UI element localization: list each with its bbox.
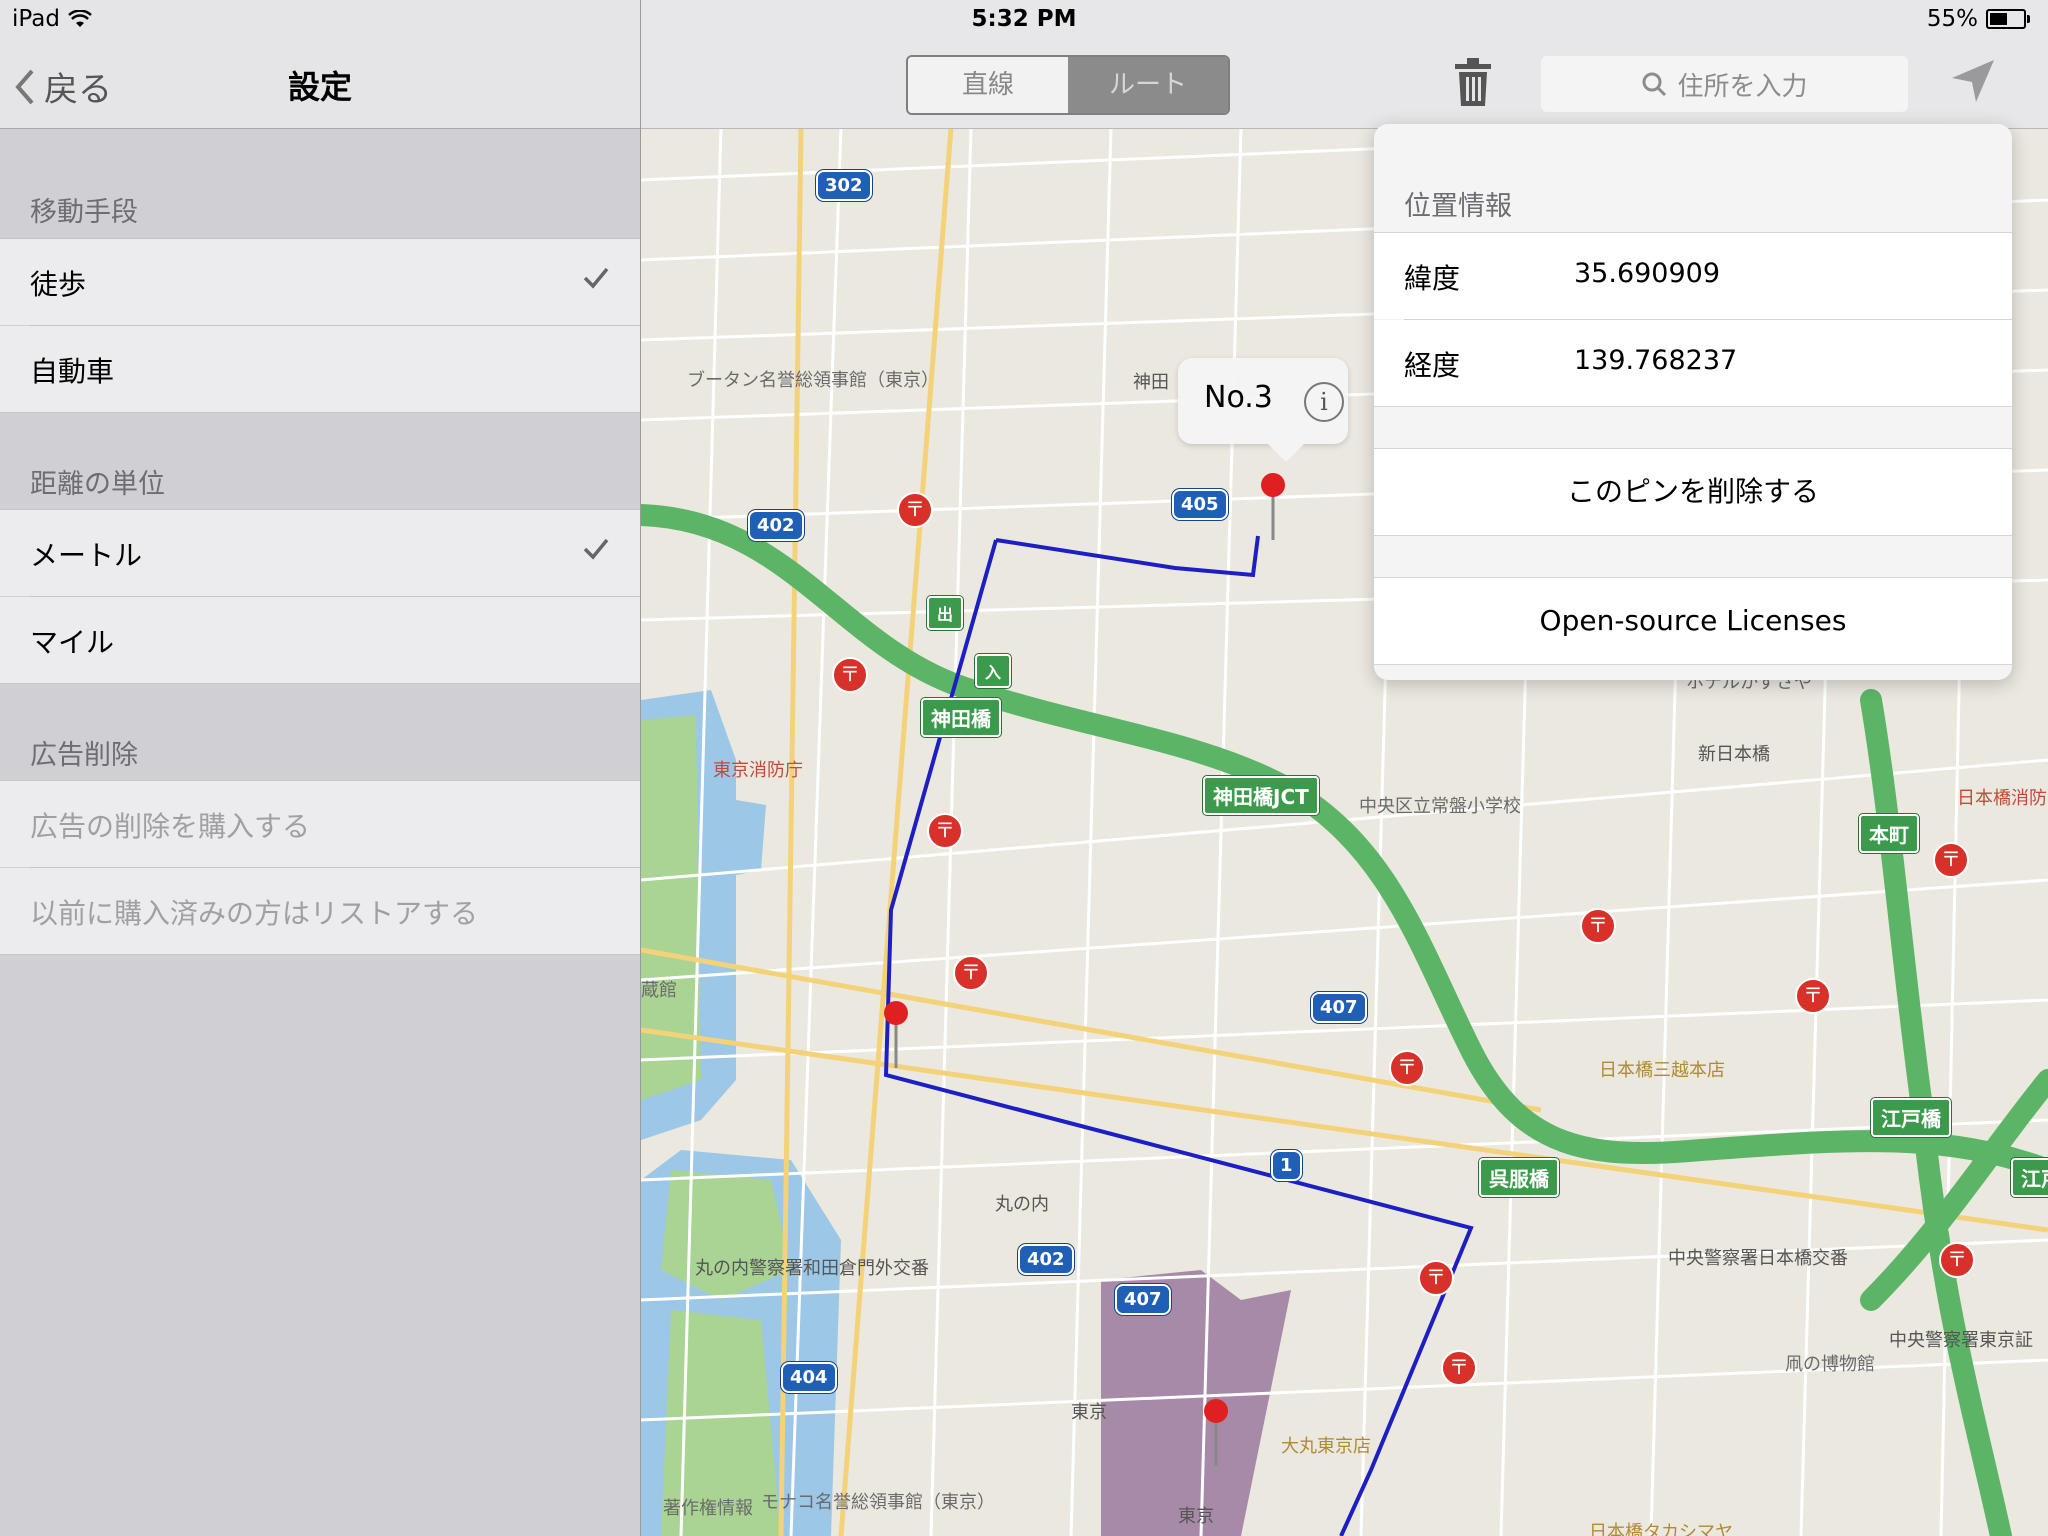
longitude-value: 139.768237 <box>1574 345 1738 376</box>
purchase-ad-removal-label: 広告の削除を購入する <box>30 810 311 843</box>
map-label-school: 中央区立常盤小学校 <box>1359 796 1521 817</box>
post-office-icon: 〒 <box>1933 842 1969 878</box>
section-header-transport: 移動手段 <box>30 197 138 228</box>
mode-segmented-control: 直線 ルート <box>906 55 1230 115</box>
sign-kandabashi-jct: 神田橋JCT <box>1203 776 1319 815</box>
map-label-police-wadakura: 丸の内警察署和田倉門外交番 <box>695 1258 929 1279</box>
map-label-nihonbashi-fire: 日本橋消防 <box>1957 788 2047 809</box>
map-label-police-nihonbashi: 中央警察署日本橋交番 <box>1668 1248 1848 1269</box>
map-label-monaco: モナコ名誉総領事館（東京） <box>761 1492 995 1513</box>
status-right: 55% <box>1926 6 2030 32</box>
option-walk-label: 徒歩 <box>30 268 87 301</box>
post-office-icon: 〒 <box>897 492 933 528</box>
section-header-ads: 広告削除 <box>30 740 138 771</box>
licenses-button[interactable]: Open-source Licenses <box>1374 578 2012 664</box>
battery-percent: 55% <box>1926 6 1978 32</box>
post-office-icon: 〒 <box>1795 978 1831 1014</box>
checkmark-icon <box>583 538 609 560</box>
address-search-input[interactable]: 住所を入力 <box>1541 56 1908 112</box>
mode-route-button[interactable]: ルート <box>1068 57 1228 113</box>
post-office-icon: 〒 <box>927 813 963 849</box>
longitude-row: 経度 139.768237 <box>1374 320 2012 406</box>
option-meter-label: メートル <box>30 539 143 572</box>
post-office-icon: 〒 <box>1580 908 1616 944</box>
checkmark-icon <box>583 267 609 289</box>
map-label-kite-museum: 凧の博物館 <box>1785 1354 1875 1375</box>
option-car[interactable]: 自動車 <box>0 326 640 412</box>
post-office-icon: 〒 <box>1939 1242 1975 1278</box>
map-label-kanda: 神田 <box>1133 372 1169 393</box>
sign-edobashi: 江戸橋 <box>1871 1098 1951 1137</box>
option-mile-label: マイル <box>30 626 115 659</box>
popover-header: 位置情報 <box>1404 191 1512 222</box>
restore-purchase[interactable]: 以前に購入済みの方はリストアする <box>0 868 640 954</box>
post-office-icon: 〒 <box>1389 1050 1425 1086</box>
post-office-icon: 〒 <box>1441 1350 1477 1386</box>
trash-icon[interactable] <box>1451 56 1495 108</box>
location-arrow-icon[interactable] <box>1948 56 1998 106</box>
sign-honmachi: 本町 <box>1859 814 1919 853</box>
restore-purchase-label: 以前に購入済みの方はリストアする <box>30 897 479 930</box>
route-shield-302: 302 <box>816 170 872 201</box>
map-label-police-tokyo: 中央警察署東京証 <box>1889 1330 2033 1351</box>
search-placeholder: 住所を入力 <box>1677 71 1808 102</box>
location-info-popover: 位置情報 緯度 35.690909 経度 139.768237 このピンを削除す… <box>1374 124 2012 680</box>
map-label-daimaru: 大丸東京店 <box>1281 1436 1371 1457</box>
sign-gofukubashi: 呉服橋 <box>1479 1158 1559 1197</box>
status-time: 5:32 PM <box>971 6 1077 32</box>
battery-icon <box>1986 9 2030 29</box>
map-label-museum-edge: 蔵館 <box>641 980 677 1001</box>
post-office-icon: 〒 <box>832 657 868 693</box>
longitude-label: 経度 <box>1404 349 1461 382</box>
map-label-shin-nihonbashi: 新日本橋 <box>1698 744 1770 765</box>
map-label-tokyo-station: 東京 <box>1178 1506 1214 1527</box>
route-shield-407: 407 <box>1311 992 1367 1023</box>
route-shield-405: 405 <box>1172 489 1228 520</box>
option-car-label: 自動車 <box>30 355 115 388</box>
option-mile[interactable]: マイル <box>0 597 640 683</box>
map-label-marunouchi: 丸の内 <box>995 1194 1049 1215</box>
map-label-tokyo: 東京 <box>1071 1402 1107 1423</box>
latitude-row: 緯度 35.690909 <box>1374 233 2012 319</box>
pin-callout[interactable]: No.3 i <box>1178 358 1348 462</box>
mode-straight-button[interactable]: 直線 <box>908 57 1068 113</box>
status-bar: iPad 5:32 PM 55% <box>0 0 2048 40</box>
search-icon <box>1642 72 1667 97</box>
map-label-fire-dept: 東京消防庁 <box>713 760 803 781</box>
sign-kandabashi: 神田橋 <box>921 698 1001 737</box>
option-walk[interactable]: 徒歩 <box>0 239 640 325</box>
map-label-bhutan: ブータン名誉総領事館（東京） <box>687 370 939 391</box>
map-label-takashimaya: 日本橋タカシマヤ <box>1589 1522 1733 1536</box>
page-title: 設定 <box>287 68 352 106</box>
latitude-value: 35.690909 <box>1574 258 1721 289</box>
latitude-label: 緯度 <box>1404 262 1461 295</box>
route-shield-404: 404 <box>781 1362 837 1393</box>
settings-panel: 戻る 設定 移動手段 徒歩 自動車 距離の単位 メートル マイル 広告削除 広告… <box>0 0 641 1536</box>
map-label-mitsukoshi: 日本橋三越本店 <box>1599 1060 1725 1081</box>
sign-exit: 出 <box>927 596 964 630</box>
sign-enter: 入 <box>975 654 1012 688</box>
copyright-link[interactable]: 著作権情報 <box>663 1494 753 1520</box>
post-office-icon: 〒 <box>953 955 989 991</box>
route-shield-402: 402 <box>748 510 804 541</box>
sign-edo-edge: 江戸 <box>2011 1158 2048 1197</box>
route-shield-407: 407 <box>1115 1284 1171 1315</box>
route-shield-1: 1 <box>1271 1150 1302 1181</box>
section-header-units: 距離の単位 <box>30 469 165 500</box>
info-icon[interactable]: i <box>1304 382 1344 422</box>
purchase-ad-removal[interactable]: 広告の削除を購入する <box>0 781 640 867</box>
route-shield-402: 402 <box>1018 1244 1074 1275</box>
delete-pin-button[interactable]: このピンを削除する <box>1374 449 2012 535</box>
option-meter[interactable]: メートル <box>0 510 640 596</box>
post-office-icon: 〒 <box>1418 1260 1454 1296</box>
pin-callout-title: No.3 <box>1204 380 1273 415</box>
